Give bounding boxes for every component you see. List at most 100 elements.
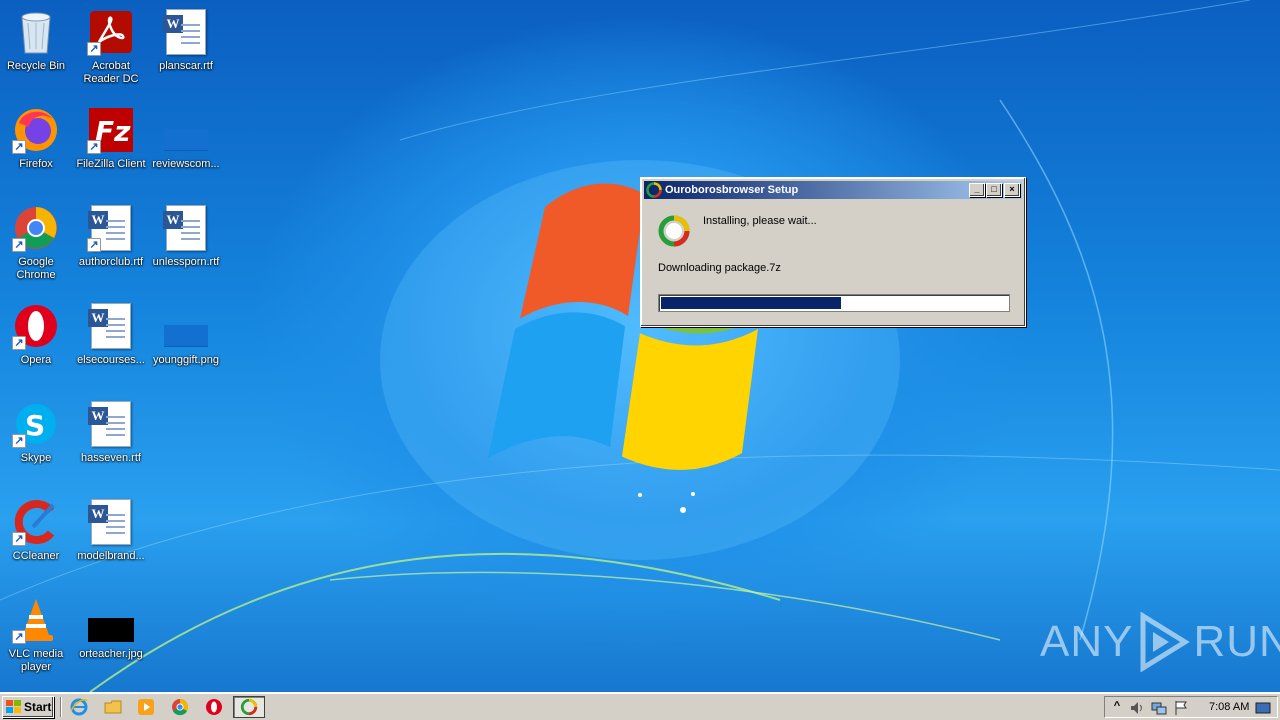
desktop-icon-label: Google Chrome [16, 256, 56, 281]
desktop-icon-label: younggift.png [152, 354, 220, 366]
desktop-icon-label: CCleaner [12, 550, 60, 562]
desktop-icon-vlc[interactable]: ↗ VLC media player [0, 592, 74, 688]
internet-explorer-icon[interactable] [70, 698, 88, 716]
desktop-icon-ccleaner[interactable]: ↗ CCleaner [0, 494, 74, 590]
desktop-icon-label: reviewscom... [152, 158, 220, 170]
desktop-icon-planscar[interactable]: W planscar.rtf [148, 4, 224, 100]
desktop-icon-label: orteacher.jpg [79, 648, 143, 660]
desktop-icon-hasseven[interactable]: W hasseven.rtf [73, 396, 149, 492]
desktop: Recycle Bin ↗ Acrobat Reader DC W plansc… [0, 0, 1280, 692]
chrome-icon[interactable] [171, 698, 189, 716]
desktop-icon-label: VLC media player [8, 648, 64, 673]
desktop-icon-modelbrand[interactable]: W modelbrand... [73, 494, 149, 590]
shortcut-arrow-icon: ↗ [12, 336, 26, 350]
desktop-icon-label: planscar.rtf [159, 60, 213, 72]
desktop-icon-younggift[interactable]: younggift.png [148, 298, 224, 394]
media-player-icon[interactable] [137, 698, 155, 716]
desktop-icon-elsecourses[interactable]: W elsecourses... [73, 298, 149, 394]
desktop-icon-filezilla[interactable]: Fz ↗ FileZilla Client [73, 102, 149, 198]
install-status-text: Installing, please wait... [703, 215, 817, 227]
desktop-icon-label: Recycle Bin [6, 60, 66, 72]
taskbar-separator [60, 697, 62, 717]
word-doc-icon: W [87, 498, 135, 546]
shortcut-arrow-icon: ↗ [87, 140, 101, 154]
desktop-icon-authorclub[interactable]: W ↗ authorclub.rtf [73, 200, 149, 296]
shortcut-arrow-icon: ↗ [12, 238, 26, 252]
desktop-icon-acrobat[interactable]: ↗ Acrobat Reader DC [73, 4, 149, 100]
start-button[interactable]: Start [2, 696, 54, 718]
desktop-icon-label: elsecourses... [77, 354, 145, 366]
recycle-bin-icon [12, 8, 60, 56]
shortcut-arrow-icon: ↗ [12, 434, 26, 448]
chrome-icon: ↗ [12, 204, 60, 252]
desktop-icon-label: Acrobat Reader DC [83, 60, 139, 85]
watermark-text-left: ANY [1040, 617, 1134, 666]
desktop-icon-label: unlessporn.rtf [152, 256, 220, 268]
system-tray: ^ 7:08 AM [1104, 696, 1278, 718]
desktop-icon-label: Skype [20, 452, 52, 464]
desktop-icon-label: modelbrand... [77, 550, 145, 562]
desktop-icon-recycle-bin[interactable]: Recycle Bin [0, 4, 74, 100]
word-doc-icon: W [87, 400, 135, 448]
dialog-title: Ouroborosbrowser Setup [665, 184, 799, 196]
word-doc-icon: W [162, 8, 210, 56]
anyrun-watermark: ANY RUN [1040, 612, 1280, 672]
taskbar-task-setup[interactable] [233, 696, 265, 718]
shortcut-arrow-icon: ↗ [12, 532, 26, 546]
word-doc-icon: W [87, 302, 135, 350]
desktop-icon-firefox[interactable]: ↗ Firefox [0, 102, 74, 198]
shortcut-arrow-icon: ↗ [87, 42, 101, 56]
shortcut-arrow-icon: ↗ [87, 238, 101, 252]
play-triangle-icon [1140, 612, 1191, 672]
blank-file-icon [162, 106, 210, 154]
firefox-icon: ↗ [12, 106, 60, 154]
start-label: Start [24, 700, 52, 714]
ccleaner-icon: ↗ [12, 498, 60, 546]
desktop-icon-label: hasseven.rtf [81, 452, 141, 464]
ouroboros-logo-icon [658, 215, 690, 247]
desktop-icon-opera[interactable]: ↗ Opera [0, 298, 74, 394]
opera-icon[interactable] [205, 698, 223, 716]
filezilla-icon: Fz ↗ [87, 106, 135, 154]
desktop-icon-skype[interactable]: S ↗ Skype [0, 396, 74, 492]
dialog-titlebar[interactable]: Ouroborosbrowser Setup _ □ × [644, 181, 1022, 199]
show-hidden-icons-icon[interactable]: ^ [1109, 700, 1125, 716]
progress-fill [661, 297, 841, 309]
desktop-icon-orteacher[interactable]: orteacher.jpg [73, 592, 149, 688]
network-icon[interactable] [1151, 700, 1167, 716]
ouroboros-setup-icon [646, 182, 662, 198]
minimize-button[interactable]: _ [969, 183, 985, 197]
shortcut-arrow-icon: ↗ [12, 140, 26, 154]
show-desktop-icon[interactable] [1255, 700, 1271, 716]
desktop-icon-chrome[interactable]: ↗ Google Chrome [0, 200, 74, 296]
image-file-icon [87, 596, 135, 644]
watermark-text-right: RUN [1193, 617, 1280, 666]
setup-dialog: Ouroborosbrowser Setup _ □ × Installing,… [640, 177, 1026, 327]
desktop-icon-label: authorclub.rtf [78, 256, 144, 268]
action-center-flag-icon[interactable] [1173, 700, 1189, 716]
taskbar: Start ^ 7:08 AM [0, 692, 1280, 720]
download-detail-text: Downloading package.7z [658, 262, 781, 274]
desktop-icon-label: Firefox [19, 158, 53, 170]
clock[interactable]: 7:08 AM [1209, 701, 1249, 713]
word-doc-icon: W [162, 204, 210, 252]
vlc-icon: ↗ [12, 596, 60, 644]
volume-icon[interactable] [1129, 700, 1145, 716]
install-progress-bar [658, 294, 1010, 312]
explorer-folder-icon[interactable] [104, 698, 122, 716]
shortcut-arrow-icon: ↗ [12, 630, 26, 644]
desktop-icon-label: FileZilla Client [76, 158, 146, 170]
maximize-button[interactable]: □ [986, 183, 1002, 197]
desktop-icon-unlessporn[interactable]: W unlessporn.rtf [148, 200, 224, 296]
windows-logo-icon [6, 700, 21, 713]
skype-icon: S ↗ [12, 400, 60, 448]
image-file-icon [162, 302, 210, 350]
opera-icon: ↗ [12, 302, 60, 350]
svg-text:S: S [25, 409, 45, 442]
desktop-icon-reviewscom[interactable]: reviewscom... [148, 102, 224, 198]
desktop-icon-label: Opera [20, 354, 52, 366]
word-doc-icon: W ↗ [87, 204, 135, 252]
ouroboros-setup-icon [240, 698, 258, 716]
close-button[interactable]: × [1004, 183, 1020, 197]
acrobat-icon: ↗ [87, 8, 135, 56]
